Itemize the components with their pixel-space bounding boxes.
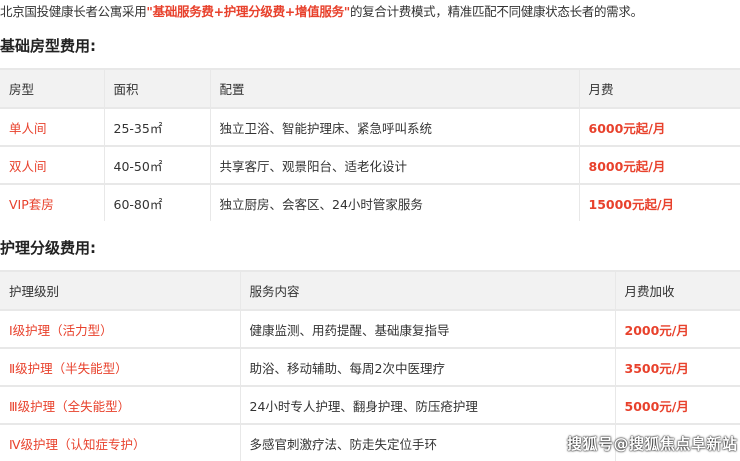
room-area: 25-35㎡: [103, 107, 210, 146]
table-header-row: 房型 面积 配置 月费: [0, 68, 740, 108]
room-type: VIP套房: [0, 183, 104, 221]
room-config: 共享客厅、观景阳台、适老化设计: [209, 145, 579, 184]
room-type: 双人间: [0, 145, 104, 184]
header-care-level: 护理级别: [0, 270, 240, 310]
care-service: 助浴、移动辅助、每周2次中医理疗: [239, 347, 615, 386]
room-fee-table: 房型 面积 配置 月费 单人间 25-35㎡ 独立卫浴、智能护理床、紧急呼叫系统 60…: [0, 68, 740, 221]
header-area: 面积: [103, 68, 210, 108]
room-config: 独立卫浴、智能护理床、紧急呼叫系统: [209, 107, 579, 146]
care-section-title: 护理分级费用:: [0, 239, 96, 257]
care-service: 健康监测、用药提醒、基础康复指导: [239, 309, 615, 348]
watermark: 搜狐号@搜狐焦点阜新站: [567, 435, 738, 453]
room-fee: 6000元起/月: [578, 107, 740, 146]
header-config: 配置: [209, 68, 579, 108]
room-fee: 8000元起/月: [578, 145, 740, 184]
care-service: 多感官刺激疗法、防走失定位手环: [239, 423, 615, 461]
care-fee: 2000元/月: [614, 309, 740, 348]
room-area: 60-80㎡: [103, 183, 210, 221]
care-service: 24小时专人护理、翻身护理、防压疮护理: [239, 385, 615, 424]
table-row: 单人间 25-35㎡ 独立卫浴、智能护理床、紧急呼叫系统 6000元起/月: [0, 107, 740, 146]
intro-paragraph: 北京国投健康长者公寓采用"基础服务费+护理分级费+增值服务"的复合计费模式，精准…: [0, 1, 643, 20]
table-row: Ⅲ级护理（全失能型） 24小时专人护理、翻身护理、防压疮护理 5000元/月: [0, 385, 740, 424]
care-level: Ⅰ级护理（活力型）: [0, 309, 240, 348]
room-section-title: 基础房型费用:: [0, 37, 96, 55]
care-fee: 3500元/月: [614, 347, 740, 386]
table-row: Ⅱ级护理（半失能型） 助浴、移动辅助、每周2次中医理疗 3500元/月: [0, 347, 740, 386]
intro-highlight: "基础服务费+护理分级费+增值服务": [146, 4, 350, 19]
header-service: 服务内容: [239, 270, 615, 310]
room-config: 独立厨房、会客区、24小时管家服务: [209, 183, 579, 221]
table-row: Ⅰ级护理（活力型） 健康监测、用药提醒、基础康复指导 2000元/月: [0, 309, 740, 348]
room-fee: 15000元起/月: [578, 183, 740, 221]
table-row: 双人间 40-50㎡ 共享客厅、观景阳台、适老化设计 8000元起/月: [0, 145, 740, 184]
room-type: 单人间: [0, 107, 104, 146]
header-extra-fee: 月费加收: [614, 270, 740, 310]
table-header-row: 护理级别 服务内容 月费加收: [0, 270, 740, 310]
room-area: 40-50㎡: [103, 145, 210, 184]
care-fee: 5000元/月: [614, 385, 740, 424]
intro-text-end: 的复合计费模式，精准匹配不同健康状态长者的需求。: [349, 4, 643, 19]
table-row: VIP套房 60-80㎡ 独立厨房、会客区、24小时管家服务 15000元起/月: [0, 183, 740, 221]
care-level: Ⅲ级护理（全失能型）: [0, 385, 240, 424]
header-fee: 月费: [578, 68, 740, 108]
intro-text: 北京国投健康长者公寓采用: [0, 4, 147, 19]
care-level: Ⅳ级护理（认知症专护）: [0, 423, 240, 461]
header-room-type: 房型: [0, 68, 104, 108]
care-level: Ⅱ级护理（半失能型）: [0, 347, 240, 386]
